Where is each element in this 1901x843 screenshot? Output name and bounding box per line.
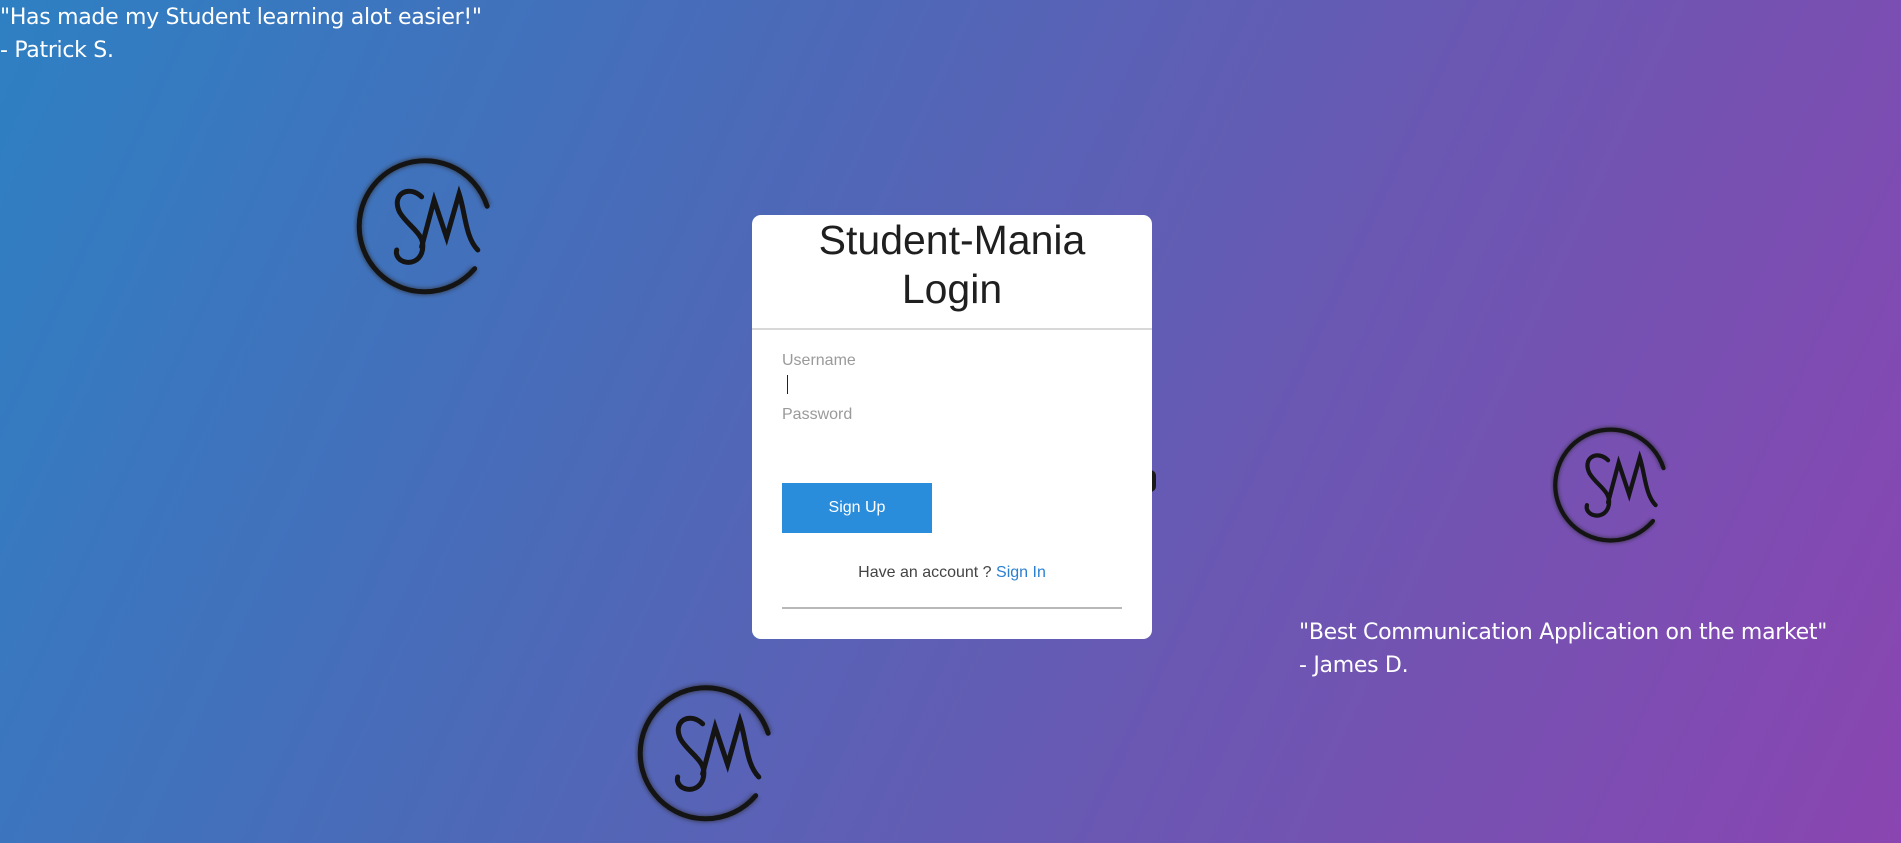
testimonial-author: - James D.	[1299, 653, 1409, 678]
sm-logo-icon	[634, 674, 790, 830]
login-form: Username Password Sign Up Have an accoun…	[752, 330, 1152, 582]
testimonial-james: "Best Communication Application on the m…	[1299, 616, 1827, 682]
page-title: Student-Mania Login	[752, 216, 1152, 314]
account-prompt-text: Have an account ?	[858, 564, 997, 581]
login-card-header: Student-Mania Login	[752, 215, 1152, 330]
sm-logo-icon	[1550, 418, 1682, 550]
login-card: Student-Mania Login Username Password Si…	[752, 215, 1152, 639]
username-label: Username	[782, 352, 856, 369]
divider	[782, 607, 1122, 609]
testimonial-quote: "Has made my Student learning alot easie…	[0, 5, 482, 30]
sign-in-link[interactable]: Sign In	[996, 564, 1046, 581]
username-field[interactable]	[782, 371, 1126, 395]
password-field[interactable]	[782, 425, 1126, 449]
testimonial-author: - Patrick S.	[0, 38, 114, 63]
sm-logo-icon	[353, 147, 509, 303]
title-line-1: Student-Mania	[818, 217, 1086, 263]
sign-up-button[interactable]: Sign Up	[782, 483, 932, 533]
testimonial-patrick: "Has made my Student learning alot easie…	[0, 1, 482, 67]
account-prompt: Have an account ? Sign In	[782, 564, 1122, 582]
password-label: Password	[782, 406, 853, 423]
text-caret	[787, 375, 788, 394]
testimonial-quote: "Best Communication Application on the m…	[1299, 620, 1828, 645]
title-line-2: Login	[901, 266, 1003, 312]
